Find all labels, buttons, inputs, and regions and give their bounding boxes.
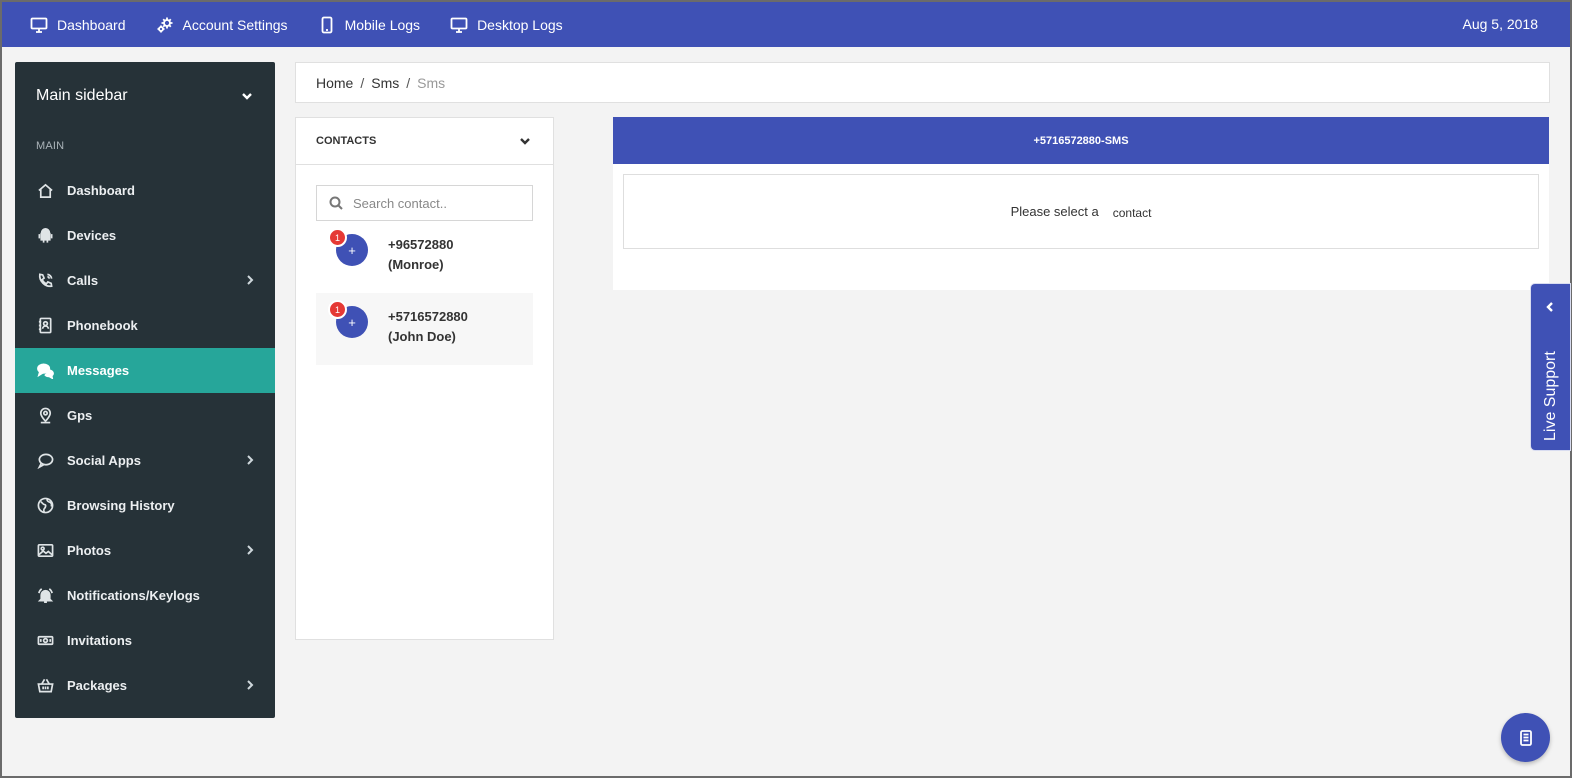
contact-search bbox=[316, 185, 533, 221]
chevron-down-icon bbox=[520, 138, 530, 145]
breadcrumb-separator: / bbox=[360, 74, 365, 91]
search-input[interactable] bbox=[353, 195, 523, 211]
sidebar-item-label: Messages bbox=[67, 363, 130, 378]
desktop-icon bbox=[450, 17, 468, 33]
sidebar-section-label: MAIN bbox=[36, 140, 65, 152]
sms-empty-text: Please select a bbox=[1010, 204, 1099, 219]
contact-number: +5716572880 bbox=[388, 309, 468, 324]
sidebar-item-social-apps[interactable]: Social Apps bbox=[15, 438, 275, 483]
floating-action-button[interactable] bbox=[1501, 713, 1550, 762]
sidebar-item-messages[interactable]: Messages bbox=[15, 348, 275, 393]
speech-bubble-icon bbox=[36, 453, 53, 469]
basket-icon bbox=[36, 678, 54, 693]
sidebar-item-label: Notifications/Keylogs bbox=[67, 588, 200, 603]
android-icon bbox=[38, 228, 52, 243]
breadcrumb-current: Sms bbox=[417, 74, 446, 91]
chevron-right-icon bbox=[247, 545, 254, 555]
sidebar-item-label: Packages bbox=[67, 678, 127, 693]
home-icon bbox=[37, 183, 53, 198]
unread-badge: 1 bbox=[328, 300, 347, 319]
topnav-mobile-logs-label: Mobile Logs bbox=[344, 16, 421, 33]
chevron-down-icon bbox=[242, 93, 252, 100]
breadcrumb-separator: / bbox=[406, 74, 411, 91]
sidebar-item-label: Photos bbox=[67, 543, 112, 558]
main-sidebar: Main sidebar MAIN Dashboard Devices Call… bbox=[15, 62, 275, 718]
breadcrumb-sms[interactable]: Sms bbox=[371, 75, 399, 91]
sidebar-item-invitations[interactable]: Invitations bbox=[15, 618, 275, 663]
contact-item[interactable]: + 1 +96572880 (Monroe) bbox=[316, 221, 533, 293]
contacts-title: CONTACTS bbox=[316, 135, 377, 147]
sidebar-item-packages[interactable]: Packages bbox=[15, 663, 275, 708]
sidebar-item-photos[interactable]: Photos bbox=[15, 528, 275, 573]
sidebar-item-dashboard[interactable]: Dashboard bbox=[15, 168, 275, 213]
topnav-account-settings[interactable]: Account Settings bbox=[156, 16, 288, 34]
chevron-right-icon bbox=[247, 275, 254, 285]
contact-item[interactable]: + 1 +5716572880 (John Doe) bbox=[316, 293, 533, 365]
bell-icon bbox=[37, 588, 53, 603]
sidebar-item-label: Invitations bbox=[67, 633, 133, 648]
contact-info: +96572880 (Monroe) bbox=[388, 235, 453, 275]
unread-badge: 1 bbox=[328, 228, 347, 247]
sidebar-item-calls[interactable]: Calls bbox=[15, 258, 275, 303]
contact-name: (John Doe) bbox=[388, 329, 456, 344]
contacts-panel: CONTACTS + 1 +96572880 (Monroe) + 1 +571… bbox=[295, 117, 554, 640]
sms-empty-state: Please select a contact bbox=[623, 174, 1539, 249]
phone-icon bbox=[38, 273, 53, 288]
live-support-label: Live Support bbox=[1542, 351, 1559, 441]
sidebar-title: Main sidebar bbox=[36, 87, 128, 104]
top-nav: Dashboard Account Settings Mobile Logs D… bbox=[2, 16, 593, 34]
current-date: Aug 5, 2018 bbox=[1462, 16, 1538, 32]
sidebar-item-label: Devices bbox=[67, 228, 117, 243]
sidebar-item-browsing-history[interactable]: Browsing History bbox=[15, 483, 275, 528]
sidebar-item-gps[interactable]: Gps bbox=[15, 393, 275, 438]
breadcrumb-home[interactable]: Home bbox=[316, 75, 353, 91]
contacts-header[interactable]: CONTACTS bbox=[296, 118, 553, 165]
sidebar-header[interactable]: Main sidebar bbox=[15, 62, 275, 130]
chevron-right-icon bbox=[247, 455, 254, 465]
contact-info: +5716572880 (John Doe) bbox=[388, 307, 468, 347]
sms-empty-text-contact: contact bbox=[1112, 205, 1152, 220]
topnav-dashboard[interactable]: Dashboard bbox=[30, 16, 126, 34]
sidebar-item-phonebook[interactable]: Phonebook bbox=[15, 303, 275, 348]
sidebar-item-label: Calls bbox=[67, 273, 99, 288]
topnav-account-settings-label: Account Settings bbox=[182, 16, 288, 33]
contact-name: (Monroe) bbox=[388, 257, 444, 272]
chevron-left-icon bbox=[1546, 302, 1553, 312]
sidebar-item-label: Social Apps bbox=[67, 453, 141, 468]
sidebar-item-label: Gps bbox=[67, 408, 93, 423]
ticket-icon bbox=[37, 635, 53, 646]
globe-icon bbox=[37, 497, 53, 514]
search-icon bbox=[329, 196, 343, 210]
live-support-tab[interactable]: Live Support bbox=[1531, 284, 1570, 450]
breadcrumb: Home / Sms / Sms bbox=[295, 62, 1550, 103]
topnav-dashboard-label: Dashboard bbox=[57, 16, 126, 33]
chevron-right-icon bbox=[247, 680, 254, 690]
topnav-desktop-logs[interactable]: Desktop Logs bbox=[450, 16, 563, 34]
contact-number: +96572880 bbox=[388, 237, 454, 252]
monitor-icon bbox=[30, 17, 48, 33]
sidebar-item-label: Browsing History bbox=[67, 498, 175, 513]
sidebar-item-notifications-keylogs[interactable]: Notifications/Keylogs bbox=[15, 573, 275, 618]
sms-panel: +5716572880-SMS Please select a contact bbox=[613, 117, 1549, 290]
map-pin-icon bbox=[39, 407, 51, 424]
mobile-icon bbox=[321, 16, 332, 33]
document-stack-icon bbox=[1519, 729, 1532, 746]
contact-book-icon bbox=[38, 317, 52, 334]
sidebar-item-label: Phonebook bbox=[67, 318, 138, 333]
top-navbar: Dashboard Account Settings Mobile Logs D… bbox=[2, 2, 1570, 47]
gears-icon bbox=[157, 17, 172, 32]
image-icon bbox=[37, 543, 53, 558]
sidebar-item-devices[interactable]: Devices bbox=[15, 213, 275, 258]
sidebar-item-label: Dashboard bbox=[67, 183, 135, 198]
topnav-desktop-logs-label: Desktop Logs bbox=[477, 16, 563, 33]
sms-title: +5716572880-SMS bbox=[613, 117, 1549, 164]
topnav-mobile-logs[interactable]: Mobile Logs bbox=[318, 16, 421, 34]
chat-bubbles-icon bbox=[36, 363, 54, 379]
